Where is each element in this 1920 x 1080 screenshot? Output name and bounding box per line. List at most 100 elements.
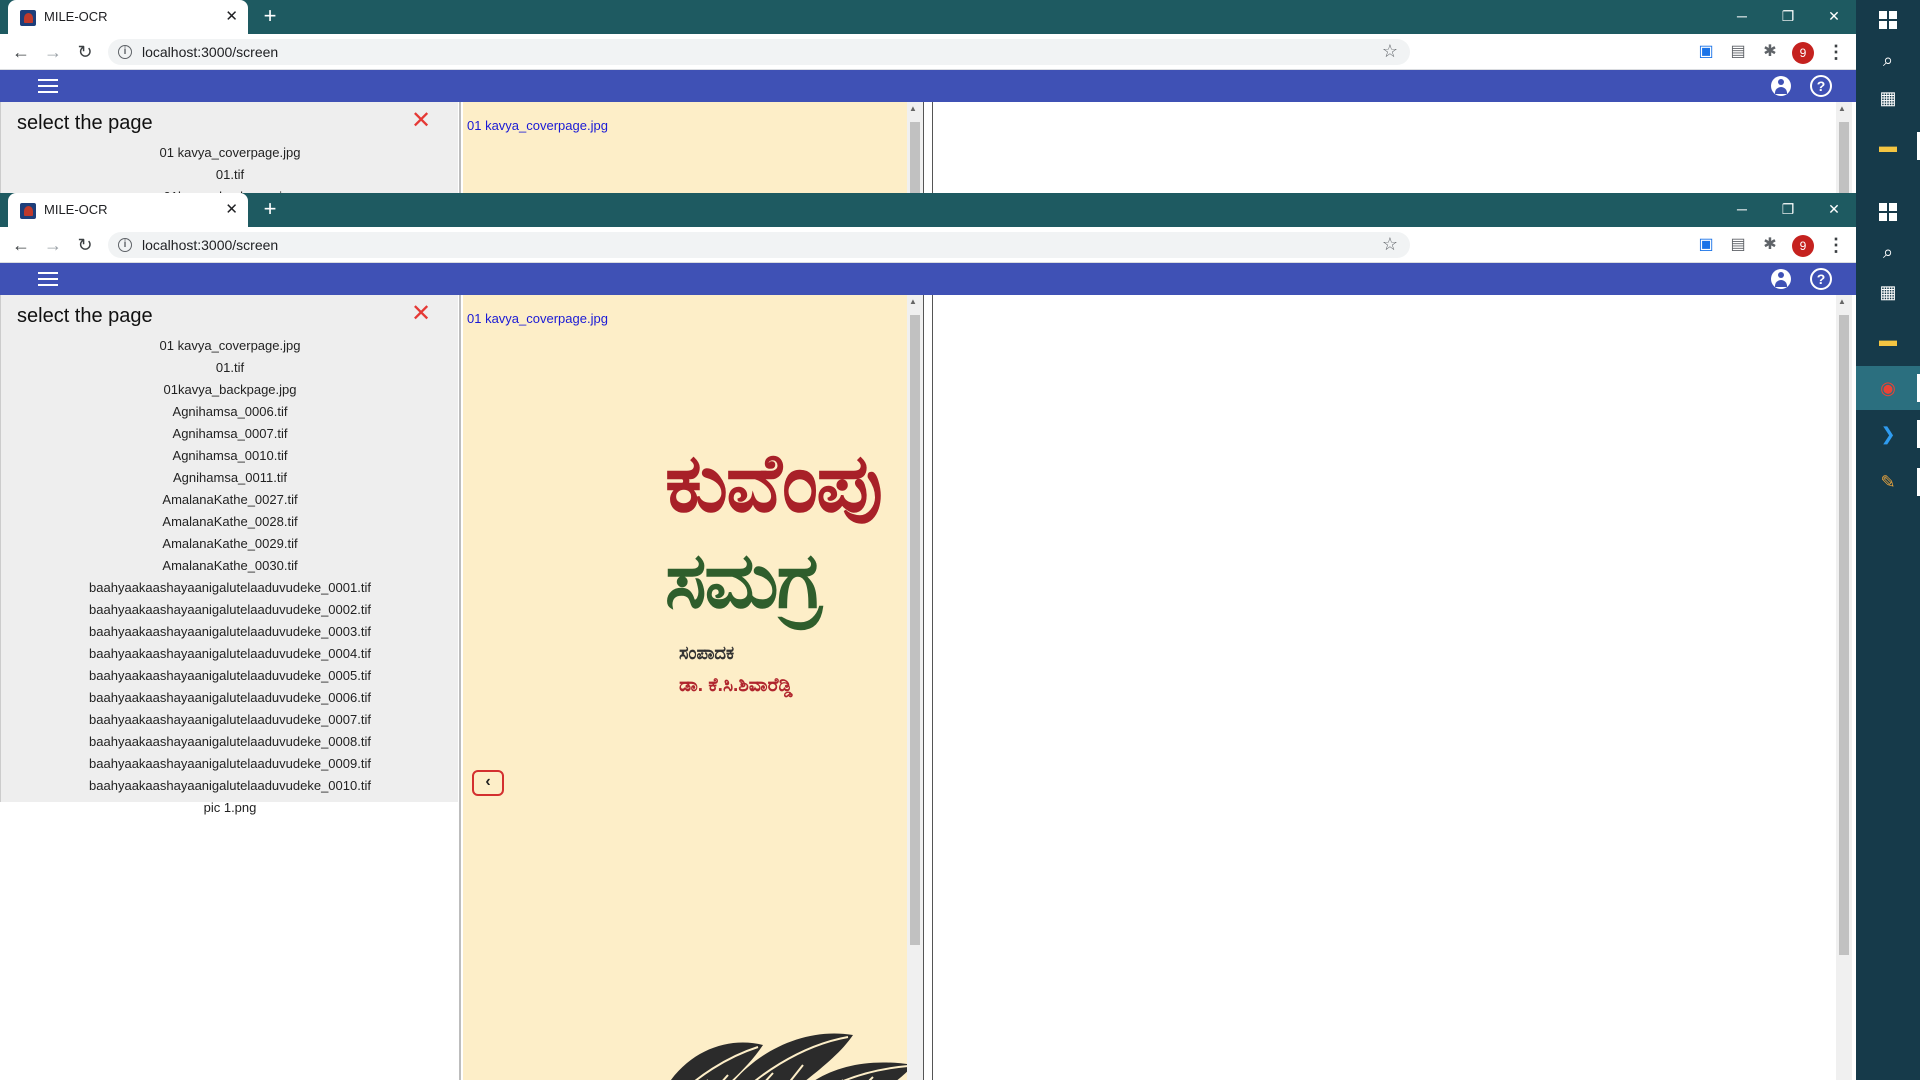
reload-icon[interactable]: ↻: [73, 40, 97, 64]
extensions-puzzle-icon[interactable]: ✱: [1760, 42, 1780, 62]
browser-menu-icon[interactable]: ⋮: [1826, 233, 1846, 257]
file-list-item[interactable]: pic 1.png: [1, 797, 459, 819]
file-list-item[interactable]: baahyaakaashayaanigalutelaaduvudeke_0002…: [1, 599, 459, 621]
task-view-icon[interactable]: ▦: [1872, 82, 1904, 114]
image-name-link[interactable]: 01 kavya_coverpage.jpg: [467, 118, 608, 133]
restore-button[interactable]: ❐: [1765, 4, 1811, 28]
file-list-item[interactable]: baahyaakaashayaanigalutelaaduvudeke_0005…: [1, 665, 459, 687]
paint-icon[interactable]: ✎: [1872, 466, 1904, 498]
minimize-button[interactable]: ─: [1719, 197, 1765, 221]
extension-icon-2[interactable]: ▤: [1728, 235, 1748, 255]
address-bar[interactable]: i localhost:3000/screen ☆: [108, 232, 1410, 258]
file-explorer-icon-secondary[interactable]: ▬: [1872, 324, 1904, 356]
search-icon[interactable]: ⌕: [1872, 44, 1904, 76]
new-tab-button[interactable]: +: [258, 4, 282, 28]
search-icon-secondary[interactable]: ⌕: [1872, 236, 1904, 268]
vscode-icon[interactable]: ❯: [1872, 418, 1904, 450]
file-list-item[interactable]: 01 kavya_coverpage.jpg: [1, 335, 459, 357]
profile-avatar[interactable]: 9: [1792, 42, 1814, 64]
extension-icon-2[interactable]: ▤: [1728, 42, 1748, 62]
new-tab-button[interactable]: +: [258, 197, 282, 221]
app-content: select the page ✕ 01 kavya_coverpage.jpg…: [0, 102, 1856, 193]
file-list-item[interactable]: 01.tif: [1, 164, 459, 186]
viewer-scrollbar[interactable]: ▲: [907, 295, 923, 1080]
file-list-item[interactable]: AmalanaKathe_0027.tif: [1, 489, 459, 511]
minimize-button[interactable]: ─: [1719, 4, 1765, 28]
file-list-item[interactable]: AmalanaKathe_0028.tif: [1, 511, 459, 533]
previous-page-button[interactable]: ‹: [472, 770, 504, 796]
forward-icon[interactable]: →: [41, 40, 65, 64]
viewer-scrollbar[interactable]: ▲: [907, 102, 923, 193]
extension-icon-1[interactable]: ▣: [1696, 235, 1716, 255]
app-bar: ?: [0, 70, 1856, 102]
reload-icon[interactable]: ↻: [73, 233, 97, 257]
file-list-item[interactable]: Agnihamsa_0006.tif: [1, 401, 459, 423]
tab-close-icon[interactable]: ✕: [225, 7, 238, 25]
close-window-button[interactable]: ✕: [1811, 197, 1856, 221]
viewer-scrollbar-thumb[interactable]: [910, 315, 920, 945]
file-list-item[interactable]: Agnihamsa_0007.tif: [1, 423, 459, 445]
forward-icon[interactable]: →: [41, 233, 65, 257]
file-list-item[interactable]: 01kavya_backpage.jpg: [1, 186, 459, 193]
address-bar[interactable]: i localhost:3000/screen ☆: [108, 39, 1410, 65]
file-list-item[interactable]: 01kavya_backpage.jpg: [1, 379, 459, 401]
file-list-item[interactable]: Agnihamsa_0011.tif: [1, 467, 459, 489]
restore-button[interactable]: ❐: [1765, 197, 1811, 221]
account-icon[interactable]: [1771, 269, 1791, 289]
bookmark-star-icon[interactable]: ☆: [1382, 234, 1398, 255]
leaf-artwork-image: [670, 1033, 913, 1080]
page-select-list-area: select the page ✕ 01 kavya_coverpage.jpg…: [0, 102, 458, 193]
bookmark-star-icon[interactable]: ☆: [1382, 41, 1398, 62]
file-list-item[interactable]: baahyaakaashayaanigalutelaaduvudeke_0003…: [1, 621, 459, 643]
back-icon[interactable]: ←: [9, 40, 33, 64]
output-scrollbar[interactable]: ▲: [1836, 295, 1852, 1080]
file-list-item[interactable]: baahyaakaashayaanigalutelaaduvudeke_0010…: [1, 775, 459, 797]
file-list-item[interactable]: 01.tif: [1, 357, 459, 379]
close-panel-icon[interactable]: ✕: [411, 302, 431, 326]
tab-close-icon[interactable]: ✕: [225, 200, 238, 218]
hamburger-menu-icon[interactable]: [38, 272, 58, 286]
panel-divider[interactable]: [923, 102, 933, 193]
output-scrollbar-thumb[interactable]: [1839, 315, 1849, 955]
file-list-item[interactable]: AmalanaKathe_0030.tif: [1, 555, 459, 577]
chrome-icon[interactable]: ◉: [1856, 366, 1920, 410]
close-panel-icon[interactable]: ✕: [411, 109, 431, 133]
app-favicon-icon: [20, 10, 36, 26]
start-button[interactable]: [1872, 4, 1904, 36]
site-info-icon[interactable]: i: [118, 45, 132, 59]
file-list-item[interactable]: AmalanaKathe_0029.tif: [1, 533, 459, 555]
browser-tab[interactable]: MILE-OCR ✕: [8, 193, 248, 227]
back-icon[interactable]: ←: [9, 233, 33, 257]
help-icon[interactable]: ?: [1810, 75, 1832, 97]
site-info-icon[interactable]: i: [118, 238, 132, 252]
file-list-item[interactable]: baahyaakaashayaanigalutelaaduvudeke_0008…: [1, 731, 459, 753]
file-list-item[interactable]: baahyaakaashayaanigalutelaaduvudeke_0001…: [1, 577, 459, 599]
cover-editor-label: ಸಂಪಾದಕ: [679, 643, 735, 663]
account-icon[interactable]: [1771, 76, 1791, 96]
tab-title: MILE-OCR: [44, 9, 108, 24]
close-window-button[interactable]: ✕: [1811, 4, 1856, 28]
task-view-icon-secondary[interactable]: ▦: [1872, 276, 1904, 308]
browser-menu-icon[interactable]: ⋮: [1826, 40, 1846, 64]
file-list: 01 kavya_coverpage.jpg 01.tif 01kavya_ba…: [1, 142, 459, 193]
file-list-item[interactable]: baahyaakaashayaanigalutelaaduvudeke_0007…: [1, 709, 459, 731]
extension-icon-1[interactable]: ▣: [1696, 42, 1716, 62]
file-list-item[interactable]: 01 kavya_coverpage.jpg: [1, 142, 459, 164]
file-list-item[interactable]: baahyaakaashayaanigalutelaaduvudeke_0006…: [1, 687, 459, 709]
help-icon[interactable]: ?: [1810, 268, 1832, 290]
cover-title-line1: ಕುವೆಂಪು: [665, 435, 883, 531]
profile-avatar[interactable]: 9: [1792, 235, 1814, 257]
extensions-puzzle-icon[interactable]: ✱: [1760, 235, 1780, 255]
output-scrollbar[interactable]: ▲: [1836, 102, 1852, 193]
browser-tab[interactable]: MILE-OCR ✕: [8, 0, 248, 34]
hamburger-menu-icon[interactable]: [38, 79, 58, 93]
start-button-secondary[interactable]: [1872, 196, 1904, 228]
file-list-item[interactable]: baahyaakaashayaanigalutelaaduvudeke_0009…: [1, 753, 459, 775]
panel-divider[interactable]: [923, 295, 933, 1080]
file-list-item[interactable]: Agnihamsa_0010.tif: [1, 445, 459, 467]
browser-window: MILE-OCR ✕ + ─ ❐ ✕ ← → ↻ i localhost:300…: [0, 193, 1856, 1080]
image-name-link[interactable]: 01 kavya_coverpage.jpg: [467, 311, 608, 326]
page-select-list-area: select the page ✕ 01 kavya_coverpage.jpg…: [0, 295, 459, 815]
file-list-item[interactable]: baahyaakaashayaanigalutelaaduvudeke_0004…: [1, 643, 459, 665]
file-explorer-icon[interactable]: ▬: [1872, 130, 1904, 162]
